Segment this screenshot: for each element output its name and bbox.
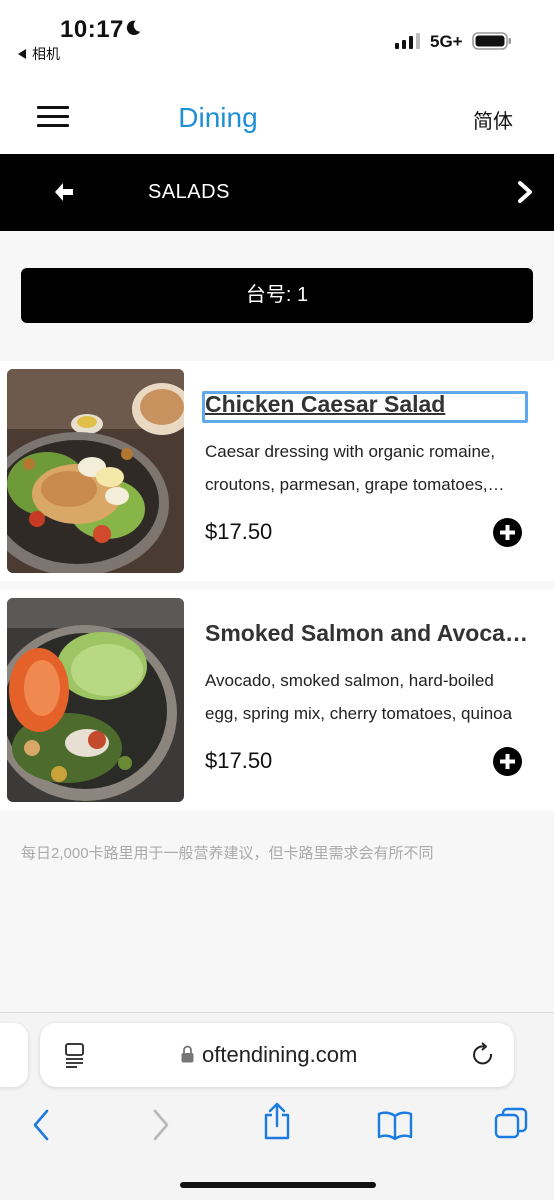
share-icon[interactable] bbox=[262, 1101, 292, 1141]
add-to-cart-icon[interactable] bbox=[493, 518, 522, 547]
caesar-salad-photo bbox=[7, 369, 184, 573]
address-bar[interactable]: oftendining.com bbox=[40, 1023, 514, 1087]
item-description: Avocado, smoked salmon, hard-boiled egg,… bbox=[205, 671, 513, 723]
item-name[interactable]: Smoked Salmon and Avocado Salad bbox=[205, 620, 531, 647]
browser-toolbar: oftendining.com bbox=[0, 1012, 554, 1200]
menu-item[interactable]: Smoked Salmon and Avocado Salad Avocado,… bbox=[0, 590, 554, 810]
status-time: 10:17 bbox=[60, 16, 124, 43]
previous-tab-preview[interactable] bbox=[0, 1023, 28, 1087]
salmon-avocado-salad-photo bbox=[7, 598, 184, 802]
calorie-note: 每日2,000卡路里用于一般营养建议，但卡路里需求会有所不同 bbox=[21, 845, 434, 862]
page-menu-icon[interactable] bbox=[64, 1042, 86, 1068]
language-toggle[interactable]: 简体 bbox=[473, 105, 513, 134]
back-app-label: 相机 bbox=[32, 46, 60, 62]
status-bar: 10:17 相机 5G+ bbox=[0, 0, 554, 74]
back-triangle-icon bbox=[18, 49, 26, 59]
app-header: Dining 简体 bbox=[0, 74, 554, 154]
signal-icon bbox=[395, 33, 420, 49]
category-nav: SALADS bbox=[0, 154, 554, 231]
arrow-left-icon[interactable] bbox=[52, 180, 76, 204]
url-text[interactable]: oftendining.com bbox=[202, 1042, 357, 1068]
lock-icon bbox=[181, 1045, 194, 1063]
reload-icon[interactable] bbox=[472, 1042, 496, 1068]
item-description: Caesar dressing with organic romaine, cr… bbox=[205, 442, 496, 494]
moon-icon bbox=[126, 20, 141, 36]
item-price: $17.50 bbox=[205, 519, 273, 544]
battery-icon bbox=[472, 32, 511, 50]
item-name[interactable]: Chicken Caesar Salad bbox=[205, 391, 531, 418]
browser-back-icon[interactable] bbox=[30, 1107, 52, 1143]
back-to-app-link[interactable]: 相机 bbox=[18, 44, 60, 64]
bookmarks-icon[interactable] bbox=[377, 1107, 413, 1143]
network-type: 5G+ bbox=[430, 32, 463, 51]
item-price: $17.50 bbox=[205, 748, 273, 773]
tabs-overview-icon[interactable] bbox=[494, 1107, 528, 1143]
table-number-button[interactable]: 台号: 1 bbox=[21, 268, 533, 323]
brand-title[interactable]: Dining bbox=[0, 102, 436, 134]
browser-forward-icon[interactable] bbox=[150, 1107, 172, 1143]
menu-item[interactable]: Chicken Caesar Salad Caesar dressing wit… bbox=[0, 361, 554, 581]
add-to-cart-icon[interactable] bbox=[493, 747, 522, 776]
category-title: SALADS bbox=[148, 181, 230, 203]
home-indicator bbox=[180, 1182, 376, 1188]
chevron-right-icon[interactable] bbox=[515, 180, 535, 204]
